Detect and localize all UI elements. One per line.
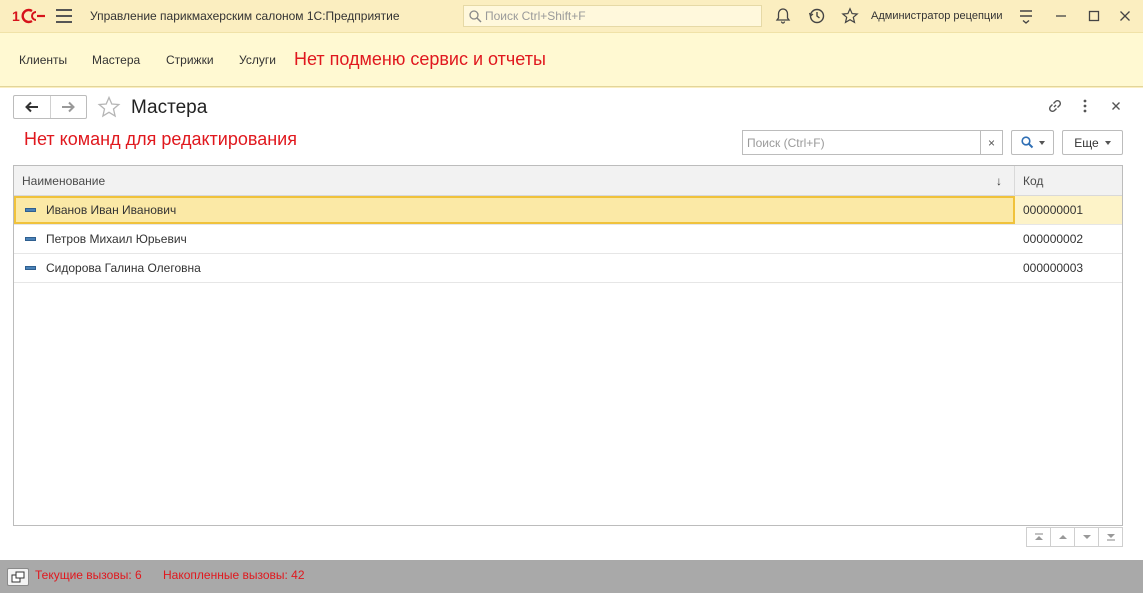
bell-icon[interactable] xyxy=(774,7,792,25)
back-button[interactable] xyxy=(14,96,50,118)
status-bar: Текущие вызовы: 6 Накопленные вызовы: 42 xyxy=(0,560,1143,593)
cell-code: 000000002 xyxy=(1023,232,1084,246)
navigation-buttons xyxy=(13,95,87,119)
svg-text:1: 1 xyxy=(12,8,20,24)
sections-note: Нет подменю сервис и отчеты xyxy=(294,49,546,69)
chevron-down-icon xyxy=(1104,140,1111,145)
current-user[interactable]: Администратор рецепции xyxy=(871,10,1003,22)
link-icon[interactable] xyxy=(1047,98,1063,114)
scroll-up-icon xyxy=(1058,535,1067,539)
table-header: Наименование ↓ Код xyxy=(14,166,1122,196)
1c-logo-icon: 1 xyxy=(12,8,45,24)
catalog-item-icon xyxy=(25,237,36,241)
windows-panel-button[interactable] xyxy=(7,568,29,586)
table-row[interactable]: Иванов Иван Иванович 000000001 xyxy=(14,196,1122,225)
cell-code: 000000003 xyxy=(1023,261,1084,275)
arrow-right-icon xyxy=(62,101,76,113)
scroll-down-icon xyxy=(1082,535,1091,539)
table-row[interactable]: Сидорова Галина Олеговна 000000003 xyxy=(14,254,1122,283)
more-button[interactable]: Еще xyxy=(1062,130,1123,155)
column-header-code[interactable]: Код xyxy=(1015,166,1122,196)
table-scroll-buttons xyxy=(1026,527,1123,547)
favorites-star-icon[interactable] xyxy=(841,7,859,25)
scroll-top-icon xyxy=(1034,533,1043,540)
search-icon xyxy=(469,9,482,23)
sort-descending-icon: ↓ xyxy=(996,174,1002,188)
scroll-up-button[interactable] xyxy=(1050,528,1074,546)
chevron-down-icon xyxy=(1038,140,1045,145)
more-button-label: Еще xyxy=(1074,135,1099,150)
scroll-bottom-button[interactable] xyxy=(1098,528,1122,546)
form-area: Мастера Нет команд для редактирования × … xyxy=(0,88,1143,560)
column-header-name-label: Наименование xyxy=(22,174,106,188)
cell-name: Иванов Иван Иванович xyxy=(14,196,1015,224)
scroll-bottom-icon xyxy=(1106,534,1115,541)
search-icon xyxy=(1020,136,1033,149)
catalog-item-icon xyxy=(25,208,36,212)
add-to-favorites-star-icon[interactable] xyxy=(97,96,121,118)
global-search-input[interactable] xyxy=(485,9,745,23)
section-clients[interactable]: Клиенты xyxy=(19,53,67,67)
global-search[interactable] xyxy=(463,5,762,27)
main-menu-icon[interactable] xyxy=(56,9,72,23)
form-title: Мастера xyxy=(131,97,208,118)
scroll-top-button[interactable] xyxy=(1027,528,1050,546)
section-haircuts[interactable]: Стрижки xyxy=(166,53,214,67)
list-search: × xyxy=(742,130,1003,155)
forward-button[interactable] xyxy=(49,96,87,118)
close-form-icon[interactable] xyxy=(1109,98,1123,114)
settings-menu-icon[interactable] xyxy=(1017,7,1035,25)
section-services[interactable]: Услуги xyxy=(239,53,276,67)
cell-name: Петров Михаил Юрьевич xyxy=(46,232,187,246)
arrow-left-icon xyxy=(24,101,38,113)
cell-name: Сидорова Галина Олеговна xyxy=(46,261,201,275)
section-masters[interactable]: Мастера xyxy=(92,53,140,67)
minimize-icon[interactable] xyxy=(1052,7,1070,25)
column-header-name[interactable]: Наименование ↓ xyxy=(14,166,1015,196)
cell-code: 000000001 xyxy=(1015,196,1122,224)
title-bar: 1 Управление парикмахерским салоном 1С:П… xyxy=(0,0,1143,32)
close-window-icon[interactable] xyxy=(1116,7,1134,25)
clear-search-button[interactable]: × xyxy=(980,131,1002,154)
sections-panel: Клиенты Мастера Стрижки Услуги Нет подме… xyxy=(0,32,1143,87)
accumulated-calls: Накопленные вызовы: 42 xyxy=(163,568,305,582)
windows-icon xyxy=(11,571,25,583)
no-edit-commands-note: Нет команд для редактирования xyxy=(24,129,297,149)
history-icon[interactable] xyxy=(808,7,826,25)
masters-table: Наименование ↓ Код Иванов Иван Иванович … xyxy=(13,165,1123,526)
current-calls: Текущие вызовы: 6 xyxy=(35,568,142,582)
more-actions-icon[interactable] xyxy=(1078,98,1092,114)
search-options-button[interactable] xyxy=(1011,130,1054,155)
table-row[interactable]: Петров Михаил Юрьевич 000000002 xyxy=(14,225,1122,254)
catalog-item-icon xyxy=(25,266,36,270)
maximize-icon[interactable] xyxy=(1085,7,1103,25)
scroll-down-button[interactable] xyxy=(1074,528,1098,546)
app-title: Управление парикмахерским салоном 1С:Пре… xyxy=(90,9,400,23)
list-search-input[interactable] xyxy=(743,131,980,154)
